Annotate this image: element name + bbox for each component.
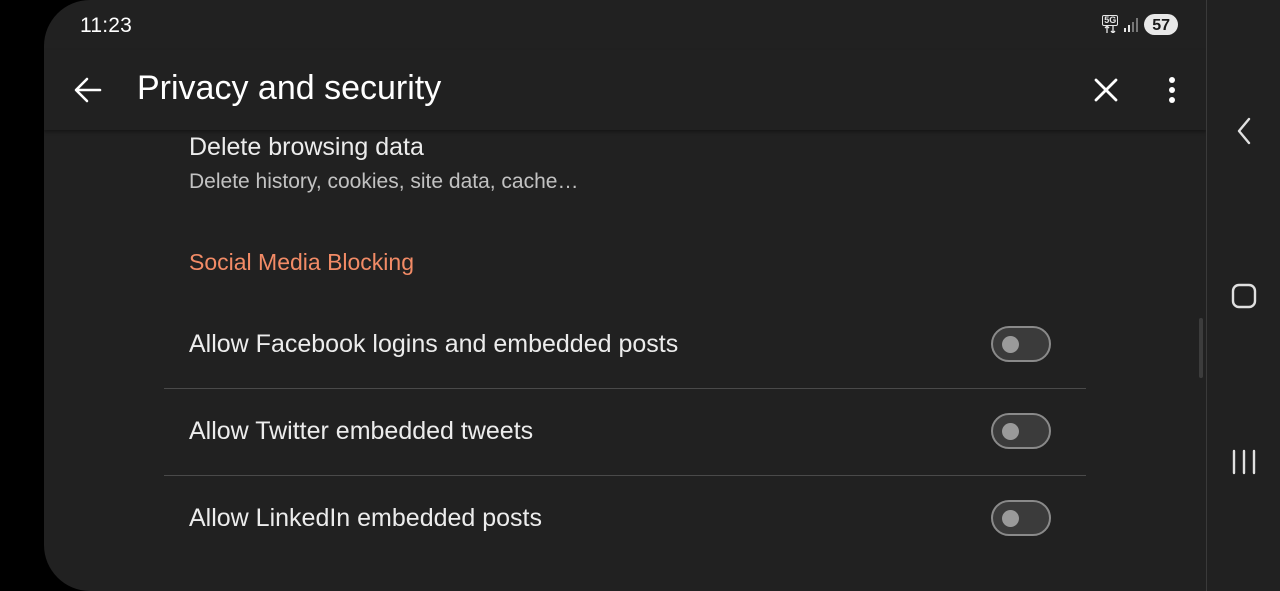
section-header-social-media: Social Media Blocking <box>189 249 415 275</box>
toggle-label: Allow LinkedIn embedded posts <box>189 504 543 532</box>
delete-browsing-data-title: Delete browsing data <box>189 133 424 161</box>
status-icons: 5G 57 <box>1102 14 1178 35</box>
app-bar: Privacy and security <box>44 50 1206 130</box>
linkedin-toggle-switch[interactable] <box>991 500 1051 536</box>
system-back-button[interactable] <box>1221 108 1267 154</box>
page-title: Privacy and security <box>137 69 442 107</box>
battery-icon: 57 <box>1144 14 1178 35</box>
5g-icon: 5G <box>1102 14 1119 35</box>
system-nav-bar <box>1206 0 1280 591</box>
signal-icon <box>1124 17 1139 32</box>
settings-list: Delete browsing data Delete history, coo… <box>44 130 1206 591</box>
divider <box>164 388 1086 389</box>
data-arrows-icon <box>1104 24 1116 34</box>
nav-home-icon <box>1231 283 1257 309</box>
phone-screen: 11:23 5G 57 Privacy and security Delete … <box>44 0 1206 591</box>
more-vert-icon <box>1169 77 1175 103</box>
toggle-label: Allow Facebook logins and embedded posts <box>189 330 679 358</box>
network-type-label: 5G <box>1102 14 1119 26</box>
status-time: 11:23 <box>80 14 132 37</box>
divider <box>164 475 1086 476</box>
twitter-toggle-switch[interactable] <box>991 413 1051 449</box>
toggle-row-twitter[interactable]: Allow Twitter embedded tweets <box>164 390 1086 476</box>
toggle-knob <box>1002 336 1019 353</box>
toggle-knob <box>1002 510 1019 527</box>
toggle-label: Allow Twitter embedded tweets <box>189 417 534 445</box>
delete-browsing-data-subtitle: Delete history, cookies, site data, cach… <box>189 170 579 193</box>
facebook-toggle-switch[interactable] <box>991 326 1051 362</box>
toggle-knob <box>1002 423 1019 440</box>
system-home-button[interactable] <box>1221 273 1267 319</box>
nav-back-icon <box>1237 117 1251 145</box>
nav-recents-icon <box>1232 449 1256 475</box>
scrollbar[interactable] <box>1199 318 1203 378</box>
toggle-row-linkedin[interactable]: Allow LinkedIn embedded posts <box>164 477 1086 563</box>
toggle-row-facebook[interactable]: Allow Facebook logins and embedded posts <box>164 303 1086 389</box>
back-arrow-icon <box>74 77 102 103</box>
close-icon <box>1094 78 1118 102</box>
close-button[interactable] <box>1086 70 1126 110</box>
more-options-button[interactable] <box>1152 70 1192 110</box>
back-button[interactable] <box>68 72 108 108</box>
system-recents-button[interactable] <box>1221 439 1267 485</box>
